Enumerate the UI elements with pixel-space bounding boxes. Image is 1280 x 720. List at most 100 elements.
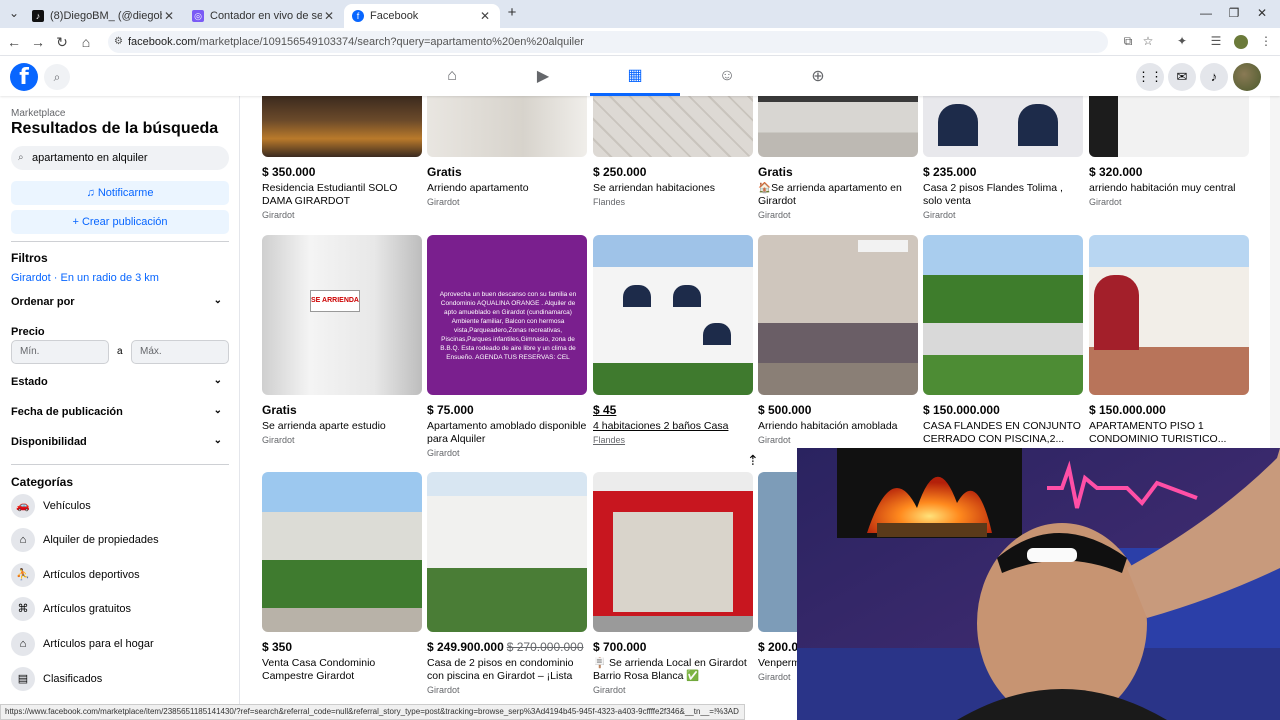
categories-heading: Categorías — [11, 475, 74, 489]
listing-card[interactable]: Gratis 🏠Se arrienda apartamento en Girar… — [758, 96, 918, 220]
location-filter-link[interactable]: Girardot · En un radio de 3 km — [11, 272, 159, 284]
search-input[interactable]: ⌕ apartamento en alquiler — [11, 146, 229, 170]
category-home-goods[interactable]: ⌂ Artículos para el hogar — [11, 631, 154, 657]
home-nav-icon[interactable]: ⌂ — [407, 56, 497, 96]
house-icon: ⌂ — [11, 528, 35, 552]
category-sports[interactable]: ⛹ Artículos deportivos — [11, 562, 140, 588]
listing-card[interactable]: $ 250.000 Se arriendan habitaciones Flan… — [593, 96, 753, 207]
close-tab-icon[interactable]: ✕ — [162, 9, 176, 23]
availability-dropdown[interactable]: Disponibilidad ⌄ — [11, 435, 229, 448]
price-min-input[interactable]: Mín. — [11, 340, 109, 364]
window-shape — [623, 285, 651, 307]
listing-image[interactable] — [593, 96, 753, 157]
listing-image[interactable] — [593, 472, 753, 632]
listing-image[interactable] — [1089, 96, 1249, 157]
new-tab-icon[interactable]: + — [502, 4, 522, 21]
extensions-icon[interactable]: ✦ — [1174, 34, 1190, 48]
notifications-bell-icon[interactable]: ♪ — [1200, 63, 1228, 91]
sort-dropdown[interactable]: Ordenar por ⌄ — [11, 295, 229, 308]
profile-avatar-icon[interactable] — [1234, 35, 1248, 49]
category-vehicles[interactable]: 🚗 Vehículos — [11, 493, 91, 519]
reload-icon[interactable]: ↻ — [54, 34, 70, 51]
listing-card[interactable]: SE ARRIENDA Gratis Se arrienda aparte es… — [262, 235, 422, 445]
listing-card[interactable]: $ 45 4 habitaciones 2 baños Casa Flandes — [593, 235, 753, 445]
air-conditioner-shape — [858, 240, 908, 252]
tab-counter[interactable]: ◎ Contador en vivo de seguidores ✕ — [184, 4, 344, 28]
listing-image[interactable]: SE ARRIENDA — [262, 235, 422, 395]
listing-image[interactable] — [758, 96, 918, 157]
close-tab-icon[interactable]: ✕ — [478, 9, 492, 23]
forward-icon[interactable]: → — [30, 34, 46, 50]
listing-card[interactable]: $ 320.000 arriendo habitación muy centra… — [1089, 96, 1249, 207]
gaming-nav-icon[interactable]: ⊕ — [773, 56, 863, 96]
listing-card[interactable]: $ 350 Venta Casa Condominio Campestre Gi… — [262, 472, 422, 685]
listing-card[interactable]: $ 350.000 Residencia Estudiantil SOLO DA… — [262, 96, 422, 220]
marketplace-label[interactable]: Marketplace — [11, 108, 65, 119]
window-shape — [673, 285, 701, 307]
listing-card[interactable]: $ 249.900.000 $ 270.000.000 Casa de 2 pis… — [427, 472, 587, 695]
listing-image[interactable] — [758, 235, 918, 395]
state-dropdown[interactable]: Estado ⌄ — [11, 375, 229, 388]
listing-card[interactable]: $ 150.000.000 APARTAMENTO PISO 1 CONDOMI… — [1089, 235, 1249, 448]
window-shape — [1018, 104, 1058, 146]
listing-image[interactable] — [262, 472, 422, 632]
listing-image[interactable] — [1089, 235, 1249, 395]
bookmark-star-icon[interactable]: ☆ — [1140, 34, 1156, 48]
menu-grid-icon[interactable]: ⋮⋮ — [1136, 63, 1164, 91]
listing-image[interactable] — [427, 96, 587, 157]
listing-image[interactable] — [262, 96, 422, 157]
tab-tiktok[interactable]: ♪ (8)DiegoBM_ (@diegobm_) | Ti ✕ — [24, 4, 184, 28]
category-property-rentals[interactable]: ⌂ Alquiler de propiedades — [11, 527, 159, 553]
counter-icon: ◎ — [192, 10, 204, 22]
video-nav-icon[interactable]: ▶ — [498, 56, 588, 96]
install-app-icon[interactable]: ⧉ — [1120, 34, 1136, 49]
webcam-scene — [797, 448, 1280, 720]
listing-image[interactable] — [923, 235, 1083, 395]
listing-image[interactable] — [593, 235, 753, 395]
marketplace-nav-icon[interactable]: ▦ — [590, 56, 680, 96]
category-free[interactable]: ⌘ Artículos gratuitos — [11, 596, 131, 622]
listing-image[interactable]: Aprovecha un buen descanso con su famili… — [427, 235, 587, 395]
sports-icon: ⛹ — [11, 563, 35, 587]
listing-card[interactable]: Aprovecha un buen descanso con su famili… — [427, 235, 587, 458]
notify-button[interactable]: ♫ Notificarme — [11, 181, 229, 205]
tiktok-icon: ♪ — [32, 10, 44, 22]
site-info-icon[interactable]: ⚙ — [114, 31, 123, 53]
messenger-icon[interactable]: ✉ — [1168, 63, 1196, 91]
webcam-overlay — [797, 448, 1280, 720]
window-shape — [938, 104, 978, 146]
tab-facebook[interactable]: f Facebook ✕ — [344, 4, 500, 28]
facebook-logo[interactable]: f — [10, 63, 38, 91]
reading-list-icon[interactable]: ☰ — [1208, 34, 1224, 48]
listing-card[interactable]: $ 150.000.000 CASA FLANDES EN CONJUNTO C… — [923, 235, 1083, 448]
close-window-icon[interactable]: ✕ — [1252, 6, 1272, 20]
bell-icon: ♫ — [86, 187, 98, 199]
address-bar-row: ← → ↻ ⌂ ⚙ facebook.com/marketplace/10915… — [0, 28, 1280, 56]
url-field[interactable]: ⚙ facebook.com/marketplace/1091565491033… — [108, 31, 1108, 53]
promo-image-text: Aprovecha un buen descanso con su famili… — [439, 291, 577, 361]
account-avatar[interactable] — [1233, 63, 1261, 91]
category-classifieds[interactable]: ▤ Clasificados — [11, 666, 102, 692]
close-tab-icon[interactable]: ✕ — [322, 9, 336, 23]
maximize-icon[interactable]: ❐ — [1224, 6, 1244, 20]
date-dropdown[interactable]: Fecha de publicación ⌄ — [11, 405, 229, 418]
listing-image[interactable] — [923, 96, 1083, 157]
original-price: $ 270.000.000 — [506, 640, 584, 654]
minimize-icon[interactable]: — — [1196, 6, 1216, 20]
listing-card[interactable]: $ 700.000 🪧 Se arrienda Local en Girardo… — [593, 472, 753, 695]
browser-menu-icon[interactable]: ⋮ — [1258, 34, 1274, 48]
create-listing-button[interactable]: + Crear publicación — [11, 210, 229, 234]
listing-card[interactable]: $ 500.000 Arriendo habitación amoblada G… — [758, 235, 918, 445]
back-icon[interactable]: ← — [6, 34, 22, 50]
price-max-input[interactable]: Máx. — [131, 340, 229, 364]
home-icon[interactable]: ⌂ — [78, 34, 94, 50]
search-icon[interactable]: ⌕ — [44, 64, 70, 90]
plus-icon: + — [72, 216, 82, 228]
car-icon: 🚗 — [11, 494, 35, 518]
tab-list-chevron-icon[interactable]: ⌄ — [4, 6, 24, 20]
listing-image[interactable] — [427, 472, 587, 632]
listing-card[interactable]: $ 235.000 Casa 2 pisos Flandes Tolima , … — [923, 96, 1083, 220]
groups-nav-icon[interactable]: ☺ — [682, 56, 772, 96]
divider — [11, 241, 229, 242]
listing-card[interactable]: Gratis Arriendo apartamento Girardot — [427, 96, 587, 207]
